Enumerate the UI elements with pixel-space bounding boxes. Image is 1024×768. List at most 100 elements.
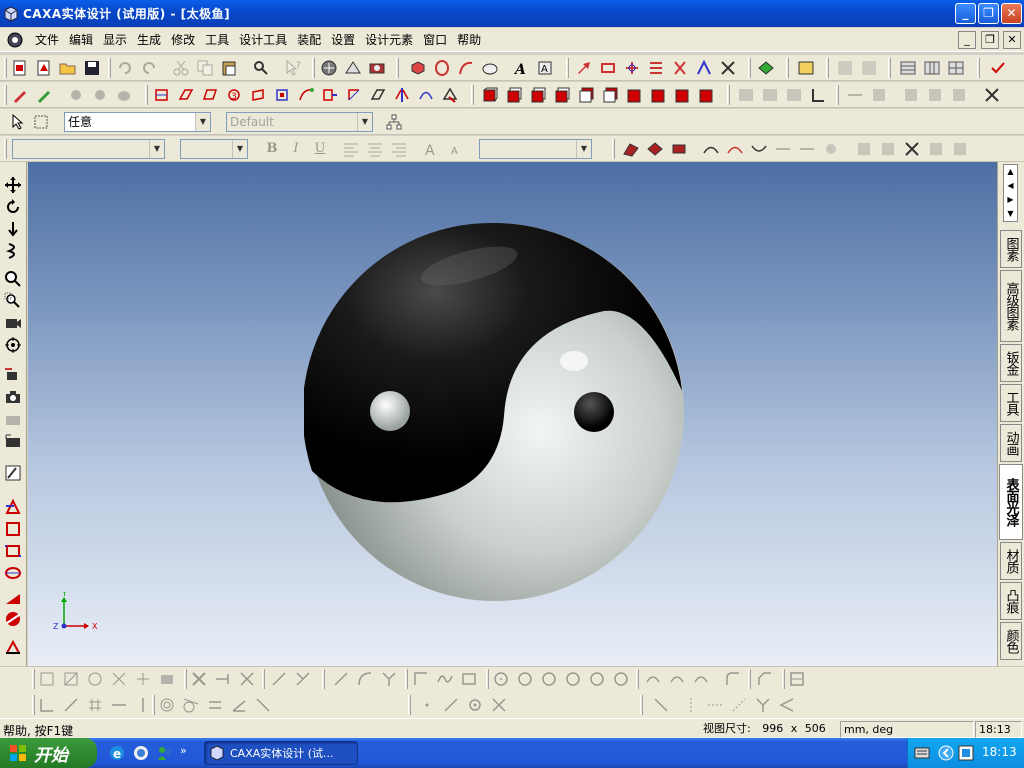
chamfer-icon[interactable]: [177, 86, 195, 104]
constraint-3-icon[interactable]: [86, 696, 104, 714]
boolean-icon[interactable]: [695, 59, 713, 77]
menu-file[interactable]: 文件: [30, 29, 64, 51]
tab-elements[interactable]: 图素: [1000, 230, 1022, 268]
tab-material[interactable]: 材质: [1000, 542, 1022, 580]
help-pointer-icon[interactable]: ?: [284, 59, 302, 77]
sketch-point-icon[interactable]: [412, 670, 430, 688]
mirror-icon[interactable]: [599, 59, 617, 77]
constraint-tangent-icon[interactable]: [182, 696, 200, 714]
toolbar-grip[interactable]: [32, 695, 35, 715]
chevron-down-icon[interactable]: ▼: [195, 113, 210, 131]
pick-pen-icon[interactable]: [11, 86, 29, 104]
menu-settings[interactable]: 设置: [326, 29, 360, 51]
sketch-arc-icon[interactable]: [356, 670, 374, 688]
smart-render-icon[interactable]: [368, 59, 386, 77]
smart-snap-icon[interactable]: [67, 86, 85, 104]
curve-5-icon[interactable]: [798, 140, 816, 158]
align-right-icon[interactable]: [390, 140, 408, 158]
tool-1-icon[interactable]: [855, 140, 873, 158]
tool-x-icon[interactable]: [983, 86, 1001, 104]
copy-icon[interactable]: [196, 59, 214, 77]
tab-tools[interactable]: 工具: [1000, 384, 1022, 422]
select-box-icon[interactable]: [32, 113, 50, 131]
sketch-icon[interactable]: [4, 498, 22, 516]
scale-icon[interactable]: [647, 59, 665, 77]
keyboard-icon[interactable]: [914, 746, 930, 760]
taiji-white-eye[interactable]: [370, 391, 410, 431]
dim-slant-icon[interactable]: [730, 696, 748, 714]
dim-horizontal-icon[interactable]: [706, 696, 724, 714]
menu-display[interactable]: 显示: [98, 29, 132, 51]
tab-emboss[interactable]: 凸痕: [1000, 582, 1022, 620]
undo-icon[interactable]: [116, 59, 134, 77]
thicken-icon[interactable]: [369, 86, 387, 104]
media-player-icon[interactable]: [132, 744, 150, 762]
stretch-icon[interactable]: [321, 86, 339, 104]
redo-icon[interactable]: [140, 59, 158, 77]
curve-4-icon[interactable]: [774, 140, 792, 158]
zoom-window-icon[interactable]: [4, 292, 22, 310]
table-1-icon[interactable]: [899, 59, 917, 77]
chevron-down-icon[interactable]: ▼: [149, 140, 164, 158]
view-left-icon[interactable]: [529, 86, 547, 104]
tree-structure-icon[interactable]: [385, 113, 403, 131]
constraint-equal-icon[interactable]: [206, 696, 224, 714]
taiji-black-eye[interactable]: [574, 392, 614, 432]
tray-expand-icon[interactable]: [938, 745, 954, 761]
quick-launch-chevron[interactable]: »: [180, 744, 187, 757]
display-mode-3-icon[interactable]: [785, 86, 803, 104]
tab-surface-gloss[interactable]: 表面光泽: [999, 464, 1023, 540]
toolbar-grip[interactable]: [612, 139, 615, 159]
sketch-frame-icon[interactable]: [4, 542, 22, 560]
surface-1-icon[interactable]: [622, 140, 640, 158]
dim-radius-icon[interactable]: [778, 696, 796, 714]
measure-1-icon[interactable]: [846, 86, 864, 104]
sketch-mirror-icon[interactable]: [294, 670, 312, 688]
toolbar-grip[interactable]: [32, 669, 35, 689]
sketch-tangent-icon[interactable]: [380, 670, 398, 688]
measure-2-icon[interactable]: [870, 86, 888, 104]
tab-animation[interactable]: 动画: [1000, 424, 1022, 462]
extrude-icon[interactable]: [409, 59, 427, 77]
shade-3-icon[interactable]: [950, 86, 968, 104]
view-iso-2-icon[interactable]: [649, 86, 667, 104]
taskbar-caxa-window[interactable]: CAXA实体设计 (试...: [204, 741, 358, 765]
menu-design-elements[interactable]: 设计元素: [360, 29, 418, 51]
display-mode-1-icon[interactable]: [737, 86, 755, 104]
align-left-icon[interactable]: [342, 140, 360, 158]
curve-2-icon[interactable]: [726, 140, 744, 158]
view-camera-icon[interactable]: [4, 314, 22, 332]
edge-blend-icon[interactable]: [153, 86, 171, 104]
angle-icon[interactable]: [809, 86, 827, 104]
catalog-icon[interactable]: [797, 59, 815, 77]
menu-edit[interactable]: 编辑: [64, 29, 98, 51]
sketch-ellipse-icon[interactable]: [4, 564, 22, 582]
title-bar[interactable]: CAXA实体设计 (试用版) - [太极鱼] _ ❐ ✕: [0, 0, 1024, 27]
sketch-circle-2pt-icon[interactable]: [516, 670, 534, 688]
face-move-icon[interactable]: [249, 86, 267, 104]
find-icon[interactable]: [252, 59, 270, 77]
delete-feature-icon[interactable]: [719, 59, 737, 77]
dim-angle-icon[interactable]: [754, 696, 772, 714]
camera-disabled-icon[interactable]: [4, 410, 22, 428]
light-icon[interactable]: [4, 464, 22, 482]
constraint-diagonal-icon[interactable]: [254, 696, 272, 714]
pick-tool-icon[interactable]: [35, 86, 53, 104]
sketch-ellipse-tool-icon[interactable]: [612, 670, 630, 688]
menu-window[interactable]: 窗口: [418, 29, 452, 51]
toolbar-grip[interactable]: [4, 58, 7, 78]
maximize-button[interactable]: ❐: [978, 3, 999, 24]
open-folder-icon[interactable]: [59, 59, 77, 77]
table-3-icon[interactable]: [947, 59, 965, 77]
font-larger-icon[interactable]: A: [423, 140, 441, 159]
tool-4-icon[interactable]: [927, 140, 945, 158]
camera-target-icon[interactable]: [4, 432, 22, 450]
display-mode-2-icon[interactable]: [761, 86, 779, 104]
text-icon[interactable]: A: [512, 59, 530, 78]
shade-2-icon[interactable]: [926, 86, 944, 104]
smart-dimension-icon[interactable]: [91, 86, 109, 104]
constraint-2-icon[interactable]: [62, 696, 80, 714]
chevron-down-icon[interactable]: ▼: [357, 113, 372, 131]
tab-sheet-metal[interactable]: 钣金: [1000, 344, 1022, 382]
sketch-circle-3t-icon[interactable]: [588, 670, 606, 688]
